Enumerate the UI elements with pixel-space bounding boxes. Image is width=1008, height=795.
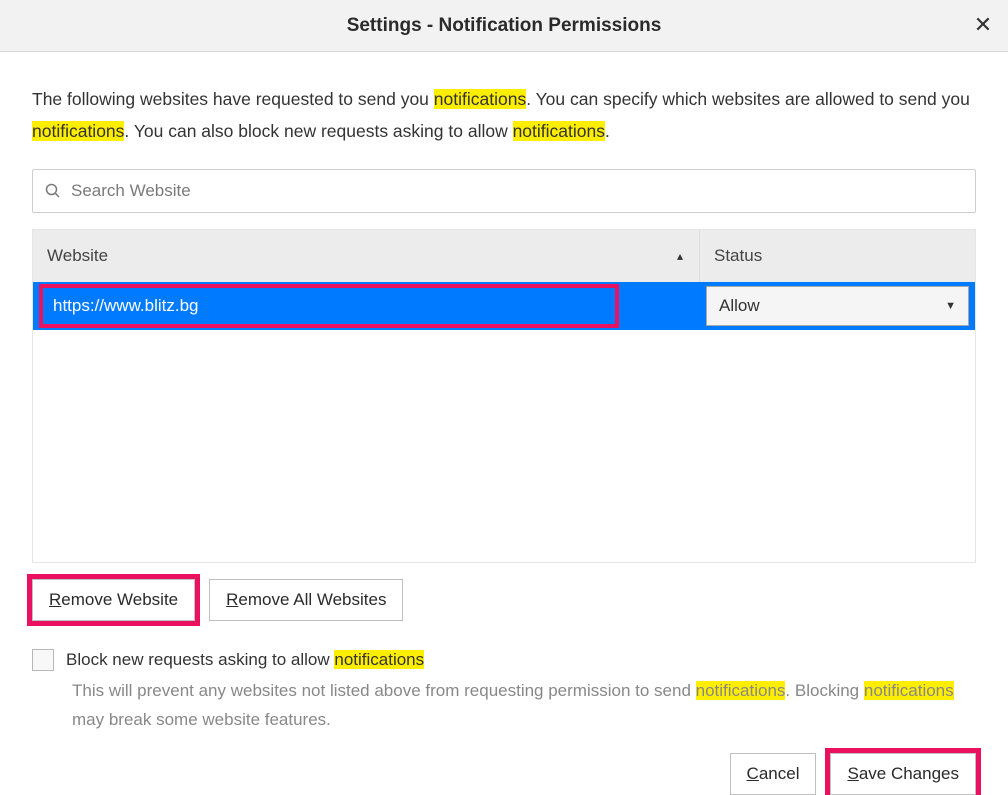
search-icon bbox=[45, 183, 61, 199]
label-highlight: notifications bbox=[334, 650, 424, 669]
footer-buttons: Cancel Save Changes bbox=[32, 753, 976, 795]
help-text: This will prevent any websites not liste… bbox=[72, 677, 976, 735]
desc-part: . You can specify which websites are all… bbox=[526, 89, 970, 109]
dialog-header: Settings - Notification Permissions ✕ bbox=[0, 0, 1008, 52]
help-part: may break some website features. bbox=[72, 710, 331, 729]
cell-website[interactable]: https://www.blitz.bg bbox=[33, 282, 700, 330]
cancel-button[interactable]: Cancel bbox=[730, 753, 817, 795]
column-header-status[interactable]: Status bbox=[700, 230, 975, 282]
cell-status: Allow ▼ bbox=[700, 282, 975, 330]
column-label: Website bbox=[47, 246, 108, 266]
label-part: Block new requests asking to allow bbox=[66, 650, 334, 669]
description-text: The following websites have requested to… bbox=[32, 84, 976, 147]
remove-all-websites-button[interactable]: Remove All Websites bbox=[209, 579, 403, 621]
table-body: https://www.blitz.bg Allow ▼ bbox=[33, 282, 975, 562]
help-part: . Blocking bbox=[785, 681, 863, 700]
save-changes-button[interactable]: Save Changes bbox=[830, 753, 976, 795]
desc-highlight: notifications bbox=[32, 121, 124, 141]
accesskey: R bbox=[49, 590, 61, 609]
block-new-requests-checkbox[interactable] bbox=[32, 649, 54, 671]
column-label: Status bbox=[714, 246, 762, 266]
desc-highlight: notifications bbox=[513, 121, 605, 141]
desc-part: . You can also block new requests asking… bbox=[124, 121, 512, 141]
checkbox-row: Block new requests asking to allow notif… bbox=[32, 649, 976, 671]
search-box[interactable] bbox=[32, 169, 976, 213]
accesskey: R bbox=[226, 590, 238, 609]
help-highlight: notifications bbox=[864, 681, 954, 700]
website-url-highlighted: https://www.blitz.bg bbox=[39, 284, 619, 328]
status-select[interactable]: Allow ▼ bbox=[706, 286, 969, 326]
dialog-content: The following websites have requested to… bbox=[0, 52, 1008, 795]
remove-buttons-row: Remove Website Remove All Websites bbox=[32, 579, 976, 621]
column-header-website[interactable]: Website ▴ bbox=[33, 230, 700, 282]
accesskey: S bbox=[847, 764, 858, 783]
accesskey: C bbox=[747, 764, 759, 783]
search-input[interactable] bbox=[71, 181, 963, 201]
desc-highlight: notifications bbox=[434, 89, 526, 109]
close-icon[interactable]: ✕ bbox=[968, 10, 998, 40]
table-header: Website ▴ Status bbox=[33, 230, 975, 282]
permissions-table: Website ▴ Status https://www.blitz.bg Al… bbox=[32, 229, 976, 563]
block-new-requests-section: Block new requests asking to allow notif… bbox=[32, 649, 976, 735]
remove-website-button[interactable]: Remove Website bbox=[32, 579, 195, 621]
help-highlight: notifications bbox=[696, 681, 786, 700]
status-value: Allow bbox=[719, 296, 760, 316]
btn-rest: emove All Websites bbox=[238, 590, 386, 609]
help-part: This will prevent any websites not liste… bbox=[72, 681, 696, 700]
chevron-down-icon: ▼ bbox=[945, 300, 956, 312]
sort-indicator-icon: ▴ bbox=[677, 249, 683, 263]
desc-part: . bbox=[605, 121, 610, 141]
btn-rest: ave Changes bbox=[859, 764, 959, 783]
dialog-title: Settings - Notification Permissions bbox=[347, 15, 662, 37]
table-row[interactable]: https://www.blitz.bg Allow ▼ bbox=[33, 282, 975, 330]
desc-part: The following websites have requested to… bbox=[32, 89, 434, 109]
btn-rest: emove Website bbox=[61, 590, 178, 609]
checkbox-label: Block new requests asking to allow notif… bbox=[66, 650, 424, 670]
btn-rest: ancel bbox=[759, 764, 800, 783]
